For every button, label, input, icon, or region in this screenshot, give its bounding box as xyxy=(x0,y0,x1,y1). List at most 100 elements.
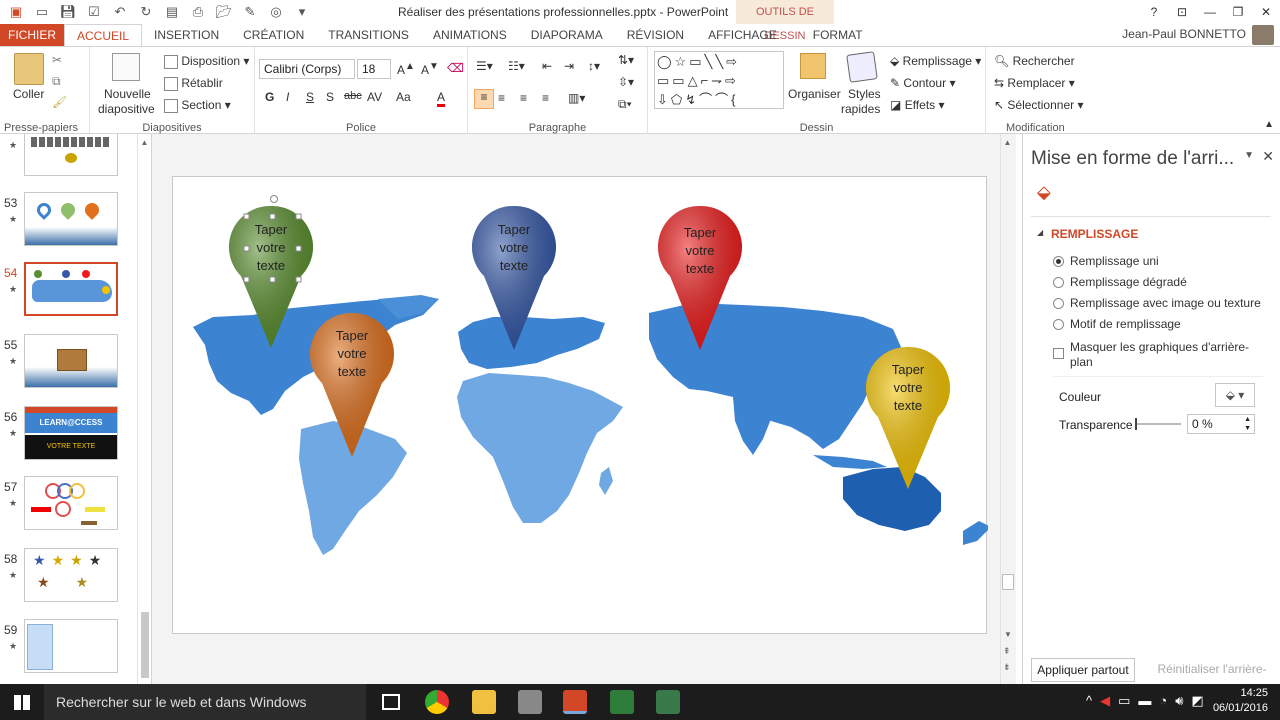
powerpoint-icon[interactable]: ▣ xyxy=(6,2,26,22)
pin-text-red[interactable]: Taper votre texte xyxy=(660,224,740,278)
cut-icon[interactable]: ✂ xyxy=(52,53,62,67)
scroll-up-arrow[interactable]: ▲ xyxy=(138,138,151,147)
resize-handle[interactable] xyxy=(295,276,302,283)
resize-handle[interactable] xyxy=(243,213,250,220)
slide-thumbnail-59[interactable]: 59 ★ xyxy=(0,619,140,679)
quick-styles-label-1[interactable]: Styles xyxy=(848,87,881,101)
resize-handle[interactable] xyxy=(269,213,276,220)
resize-handle[interactable] xyxy=(243,276,250,283)
help-button[interactable]: ? xyxy=(1140,0,1168,24)
thumbnails-scrollbar[interactable]: ▲ xyxy=(137,134,151,684)
open-icon[interactable]: 📂︎ xyxy=(214,2,234,22)
shapes-icon[interactable]: ◎ xyxy=(266,2,286,22)
copy-icon[interactable]: ⧉ xyxy=(52,74,61,89)
slide-thumbnail-55[interactable]: 55 ★ xyxy=(0,334,140,394)
align-right-icon[interactable]: ≡ xyxy=(520,91,527,105)
fill-section-header[interactable]: REMPLISSAGE xyxy=(1051,227,1138,241)
font-color-button[interactable]: A xyxy=(437,90,446,107)
find-button[interactable]: 🔍︎ Rechercher xyxy=(994,54,1075,68)
user-name[interactable]: Jean-Paul BONNETTO xyxy=(1122,27,1246,41)
hide-background-graphics-option[interactable]: Masquer les graphiques d'arrière- plan xyxy=(1053,340,1249,370)
spinner-icon[interactable]: ▲ ▼ xyxy=(1244,415,1251,433)
radio-gradient-fill[interactable] xyxy=(1053,276,1064,288)
new-slide-icon[interactable] xyxy=(112,53,140,81)
powerpoint-taskbar-icon[interactable] xyxy=(563,690,587,714)
arrange-button[interactable]: Organiser xyxy=(788,87,841,101)
slide-thumbnail-57[interactable]: 57 ★ xyxy=(0,476,140,536)
slide-thumbnail-partial[interactable]: ★ xyxy=(0,134,140,182)
next-slide-icon[interactable]: ⇟ xyxy=(1003,662,1011,673)
avatar[interactable] xyxy=(1252,25,1274,45)
tab-transitions[interactable]: TRANSITIONS xyxy=(316,24,421,46)
close-button[interactable]: ✕ xyxy=(1252,0,1280,24)
picture-fill-option[interactable]: Remplissage avec image ou texture xyxy=(1053,296,1261,310)
tab-file[interactable]: FICHIER xyxy=(0,24,64,46)
shapes-gallery[interactable]: ◯☆▭╲╲⇨ ▭▭△⌐⇁⇨ ⇩⬠↯⌒⌒{ xyxy=(654,51,784,109)
numbering-icon[interactable]: ☷▾ xyxy=(508,59,525,73)
radio-picture-fill[interactable] xyxy=(1053,297,1064,309)
app-icon-2[interactable] xyxy=(656,690,680,714)
image-icon[interactable]: ▭ xyxy=(32,2,52,22)
strikethrough-button[interactable]: abc xyxy=(344,90,362,102)
gradient-fill-option[interactable]: Remplissage dégradé xyxy=(1053,275,1187,289)
layout-button[interactable]: Disposition ▾ xyxy=(164,54,249,69)
scroll-thumb[interactable] xyxy=(1002,574,1014,590)
hide-background-checkbox[interactable] xyxy=(1053,348,1064,359)
collapse-section-icon[interactable]: ◢ xyxy=(1037,228,1043,237)
tab-view[interactable]: AFFICHAGE xyxy=(696,24,789,46)
columns-icon[interactable]: ▥▾ xyxy=(568,91,585,105)
tray-icons[interactable]: ^◀▭▬◔🔊︎◩ xyxy=(1086,693,1212,709)
bold-button[interactable]: G xyxy=(265,90,274,104)
paste-button[interactable]: Coller xyxy=(13,87,44,101)
slide-thumbnail-54[interactable]: 54 ★ xyxy=(0,262,140,322)
tab-format[interactable]: FORMAT xyxy=(789,24,875,46)
check-icon[interactable]: ☑ xyxy=(84,2,104,22)
radio-pattern-fill[interactable] xyxy=(1053,318,1064,330)
pin-text-yellow[interactable]: Taper votre texte xyxy=(868,361,948,415)
justify-icon[interactable]: ≡ xyxy=(542,91,549,105)
pane-options-icon[interactable]: ▼ xyxy=(1244,150,1254,161)
transparency-slider[interactable] xyxy=(1135,418,1181,430)
spacing-button[interactable]: AV xyxy=(367,90,382,104)
undo-icon[interactable]: ↶ xyxy=(110,2,130,22)
tab-insert[interactable]: INSERTION xyxy=(142,24,231,46)
scroll-up-arrow[interactable]: ▲ xyxy=(1001,138,1014,147)
line-spacing-icon[interactable]: ↕▾ xyxy=(588,59,600,73)
reset-background-button[interactable]: Réinitialiser l'arrière-plan xyxy=(1147,658,1277,698)
slide-canvas[interactable]: Taper votre texte Taper votre texte Tape… xyxy=(172,176,988,634)
taskbar-clock[interactable]: 14:25 06/01/2016 xyxy=(1213,686,1268,716)
pin-text-orange[interactable]: Taper votre texte xyxy=(312,327,392,381)
ribbon-display-icon[interactable]: ⊡ xyxy=(1168,0,1196,24)
decrease-indent-icon[interactable]: ⇤ xyxy=(542,59,552,73)
pattern-fill-option[interactable]: Motif de remplissage xyxy=(1053,317,1181,331)
shape-fill-button[interactable]: ⬙ Remplissage ▾ xyxy=(890,54,981,68)
resize-handle[interactable] xyxy=(269,276,276,283)
scroll-down-arrow[interactable]: ▼ xyxy=(1004,630,1012,639)
shape-outline-button[interactable]: ✎ Contour ▾ xyxy=(890,76,955,90)
slide-thumbnail-56[interactable]: 56 ★ LEARN@CCESS VOTRE TEXTE xyxy=(0,406,140,466)
shape-effects-button[interactable]: ◪ Effets ▾ xyxy=(890,98,945,112)
redo-icon[interactable]: ↻ xyxy=(136,2,156,22)
tab-design[interactable]: CRÉATION xyxy=(231,24,316,46)
minimize-button[interactable]: — xyxy=(1196,0,1224,24)
align-left-icon[interactable]: ≡ xyxy=(474,89,494,109)
align-text-icon[interactable]: ⇳▾ xyxy=(618,75,634,89)
collapse-ribbon-icon[interactable]: ▲ xyxy=(1264,119,1274,130)
format-painter-icon[interactable]: 🖌︎ xyxy=(52,95,67,109)
file-explorer-icon[interactable] xyxy=(472,690,496,714)
italic-button[interactable]: I xyxy=(286,90,289,104)
app-icon[interactable] xyxy=(518,690,542,714)
tab-home[interactable]: ACCUEIL xyxy=(64,24,143,46)
slider-thumb[interactable] xyxy=(1135,418,1137,430)
arrange-icon[interactable] xyxy=(800,53,826,79)
clear-format-icon[interactable]: ⌫ xyxy=(447,61,464,75)
excel-like-icon[interactable] xyxy=(610,690,634,714)
font-size-combo[interactable]: 18 xyxy=(357,59,391,79)
paint-bucket-icon[interactable]: ⬙ xyxy=(1037,182,1051,203)
case-button[interactable]: Aa xyxy=(396,90,411,104)
quick-styles-icon[interactable] xyxy=(846,51,878,83)
radio-solid-fill[interactable] xyxy=(1053,255,1064,267)
slide-thumbnail-53[interactable]: 53 ★ xyxy=(0,192,140,252)
save-icon[interactable]: 💾︎ xyxy=(58,2,78,22)
rotate-handle[interactable] xyxy=(270,195,278,203)
